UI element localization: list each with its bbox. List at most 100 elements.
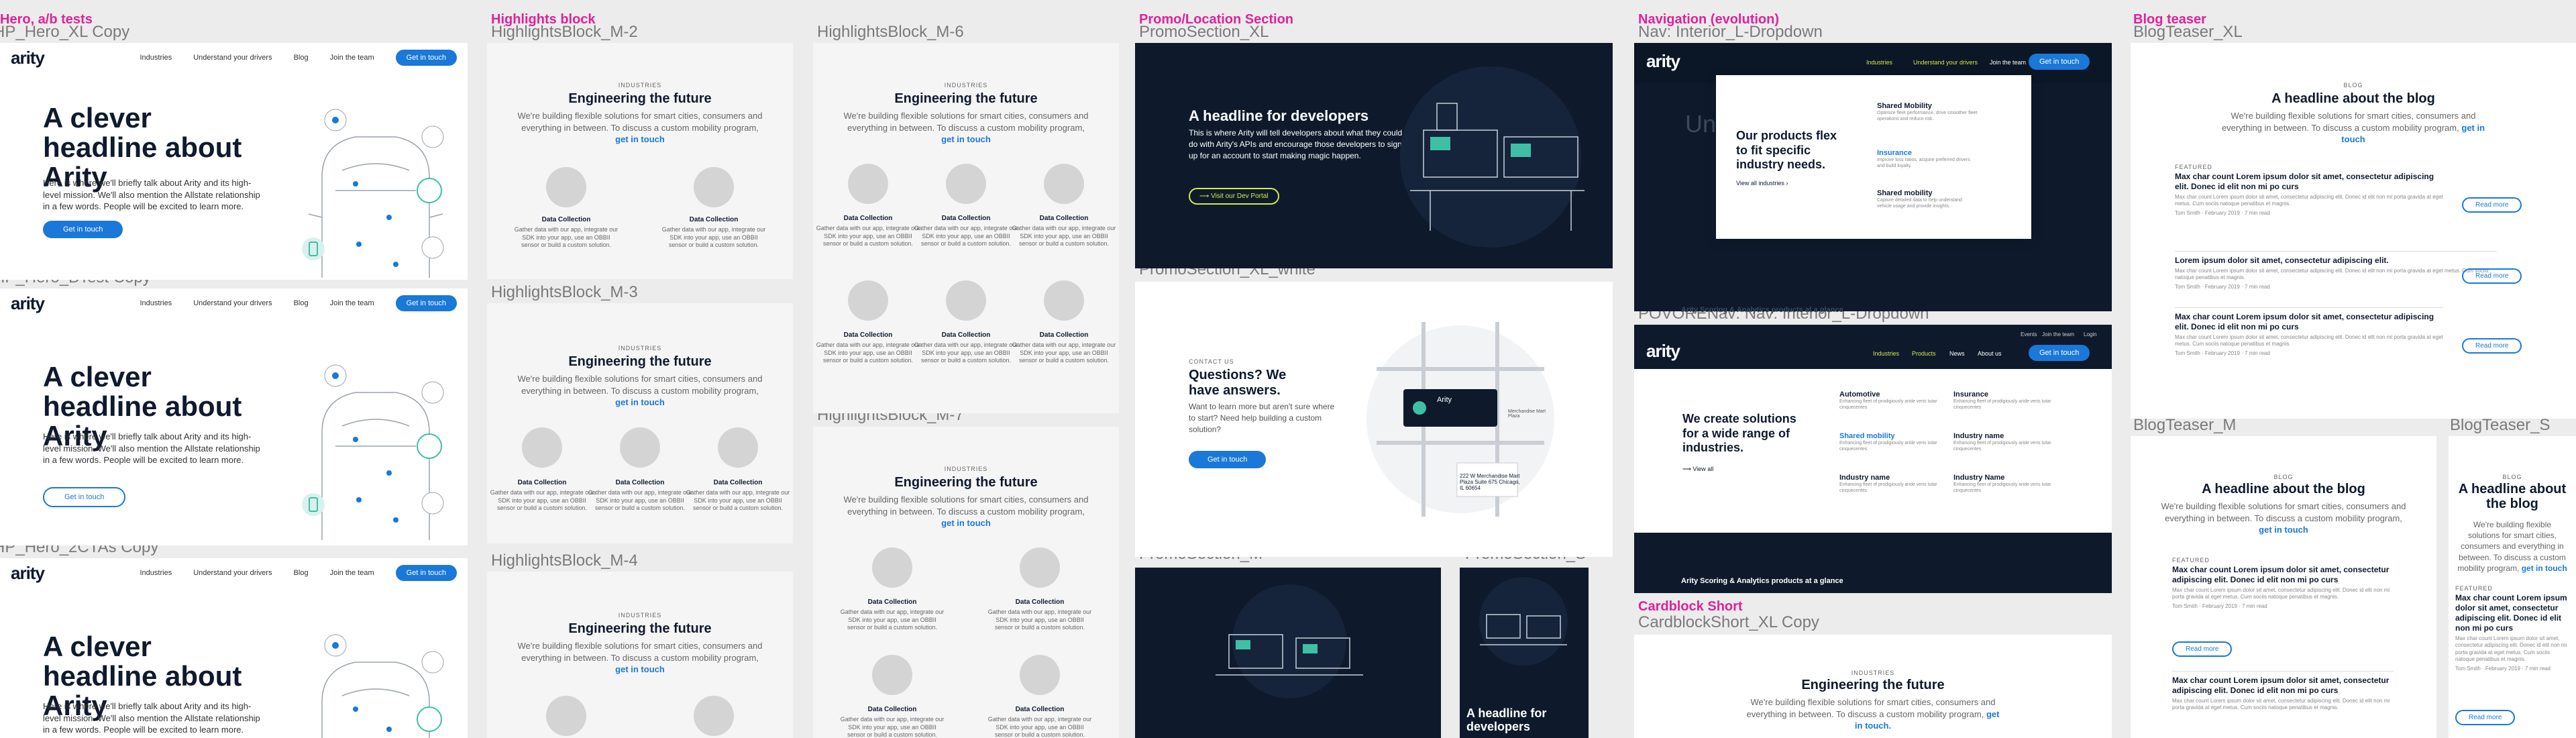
nav-join-team[interactable]: Join the team — [1990, 59, 2026, 66]
item-title: Shared mobility — [1839, 432, 1895, 440]
get-in-touch-link[interactable]: get in touch — [615, 134, 665, 144]
item-desc: Enhancing fleet of prodigiously aride ve… — [1839, 441, 1937, 452]
arity-logo[interactable]: arity — [11, 563, 45, 584]
nav-blog[interactable]: Blog — [294, 54, 309, 62]
nav-blog[interactable]: Blog — [294, 569, 309, 577]
nav-understand-drivers[interactable]: Understand your drivers — [1913, 59, 1978, 66]
nav-industries[interactable]: Industries — [1866, 59, 1892, 66]
card-text: Gather data with our app, integrate our … — [588, 489, 692, 512]
frame-label-cardblock: CardblockShort_XL Copy — [1638, 613, 1819, 631]
nav-get-in-touch-button[interactable]: Get in touch — [395, 565, 457, 581]
dropdown-item-shared-mobility[interactable]: Shared Mobility Optimize fleet performanc… — [1877, 102, 1978, 122]
nav-understand-drivers[interactable]: Understand your drivers — [193, 54, 272, 62]
blog-post-2[interactable]: Max char count Lorem ipsum dolor sit ame… — [2172, 671, 2394, 712]
arity-logo[interactable]: arity — [1646, 341, 1680, 362]
nav-about[interactable]: About us — [1978, 350, 2002, 357]
read-more-button[interactable]: Read more — [2462, 338, 2522, 354]
arity-logo[interactable]: arity — [1646, 51, 1680, 72]
blog-teaser-xl: BLOG A headline about the blog We're bui… — [2131, 43, 2576, 419]
get-in-touch-link[interactable]: get in touch — [615, 397, 665, 407]
eyebrow: BLOG — [2273, 474, 2294, 480]
nav-products[interactable]: Products — [1912, 350, 1936, 357]
read-more-button[interactable]: Read more — [2172, 641, 2233, 657]
card-data-collection: Data Collection Gather data with our app,… — [513, 216, 620, 250]
dropdown-item-industry-name-3[interactable]: Industry Name Enhancing fleet of prodigio… — [1953, 474, 2054, 494]
get-in-touch-link[interactable]: get in touch — [941, 518, 991, 528]
post-meta: Tom Smith · February 2019 · 7 min read — [2455, 665, 2551, 672]
nav-events[interactable]: Events — [2021, 331, 2037, 337]
nav-understand-drivers[interactable]: Understand your drivers — [193, 299, 272, 307]
dropdown-item-insurance[interactable]: Insurance Improve loss ratios, acquire pr… — [1877, 149, 1978, 169]
blog-post-1[interactable]: Max char count Lorem ipsum dolor sit ame… — [2175, 172, 2443, 217]
nav-get-in-touch-button[interactable]: Get in touch — [2029, 54, 2090, 70]
image-placeholder — [620, 427, 660, 468]
dev-portal-label: Visit our Dev Portal — [1211, 193, 1269, 200]
blog-post-3[interactable]: Max char count Lorem ipsum dolor sit ame… — [2175, 307, 2443, 357]
card-title: Data Collection — [1015, 598, 1065, 606]
featured-label: FEATURED — [2175, 164, 2212, 170]
dev-portal-button[interactable]: ⟶ Visit our Dev Portal — [1189, 188, 1279, 205]
contact-eyebrow: CONTACT US — [1189, 358, 1234, 365]
highlights-block-m4: INDUSTRIES Engineering the future We're … — [487, 572, 793, 738]
section-subtitle: We're building flexible solutions for sm… — [487, 110, 793, 146]
post-meta: Tom Smith · February 2019 · 7 min read — [2172, 602, 2267, 609]
nav-news[interactable]: News — [1949, 350, 1965, 357]
view-all-link[interactable]: ⟶ View all — [1682, 466, 1713, 473]
read-more-button[interactable]: Read more — [2462, 197, 2522, 213]
nav-get-in-touch-button[interactable]: Get in touch — [2029, 345, 2090, 361]
nav-industries[interactable]: Industries — [140, 299, 172, 307]
nav-understand-drivers[interactable]: Understand your drivers — [193, 569, 272, 577]
blog-post-2[interactable]: Lorem ipsum dolor sit amet, consectetur … — [2175, 251, 2497, 291]
read-more-button[interactable]: Read more — [2455, 710, 2516, 725]
dropdown-item-shared-mobility[interactable]: Shared mobility Enhancing fleet of prodig… — [1839, 432, 1940, 452]
blog-post-1[interactable]: Max char count Lorem ipsum dolor sit ame… — [2455, 593, 2569, 672]
map-address: 222 W Merchandise Mart Plaza Suite 675 C… — [1460, 473, 1520, 491]
subtitle-text: We're building flexible solutions for sm… — [1746, 697, 1996, 719]
nav-join-team[interactable]: Join the team — [330, 54, 374, 62]
read-more-button[interactable]: Read more — [2462, 268, 2522, 284]
eyebrow: INDUSTRIES — [1851, 670, 1895, 676]
dropdown-item-industry-name[interactable]: Industry name Enhancing fleet of prodigio… — [1953, 432, 2054, 452]
nav-get-in-touch-button[interactable]: Get in touch — [395, 50, 457, 66]
nav-login[interactable]: Login — [2084, 331, 2097, 337]
hero-body: Here is where we'll briefly talk about A… — [43, 178, 260, 212]
nav-blog[interactable]: Blog — [294, 299, 309, 307]
card-data-collection: Data Collection Gather data with our app,… — [488, 479, 596, 513]
arity-logo[interactable]: arity — [11, 48, 45, 68]
post-title: Max char count Lorem ipsum dolor sit ame… — [2175, 312, 2434, 331]
dropdown-item-insurance[interactable]: Insurance Enhancing fleet of prodigiously… — [1953, 390, 2054, 411]
highlights-block-m2: INDUSTRIES Engineering the future We're … — [487, 43, 793, 279]
image-placeholder — [694, 167, 734, 207]
nav-join-team[interactable]: Join the team — [330, 299, 374, 307]
card-title: Data Collection — [867, 706, 917, 713]
get-in-touch-link[interactable]: get in touch — [2522, 564, 2567, 573]
get-in-touch-link[interactable]: get in touch — [615, 664, 665, 674]
nav-get-in-touch-button[interactable]: Get in touch — [395, 295, 457, 311]
card-data-collection: Data Collection Gather data with our app,… — [1010, 331, 1118, 365]
contact-get-in-touch-button[interactable]: Get in touch — [1189, 451, 1267, 468]
nav-industries[interactable]: Industries — [140, 569, 172, 577]
eyebrow: INDUSTRIES — [618, 612, 662, 619]
blog-post-1[interactable]: Max char count Lorem ipsum dolor sit ame… — [2172, 565, 2394, 610]
hero-get-in-touch-button[interactable]: Get in touch — [43, 487, 126, 507]
map-pin-label: Arity — [1437, 396, 1452, 404]
dropdown-item-industry-name-2[interactable]: Industry name Enhancing fleet of prodigio… — [1839, 474, 1940, 494]
nav-industries[interactable]: Industries — [1873, 350, 1899, 357]
dropdown-item-automotive[interactable]: Automotive Enhancing fleet of prodigiousl… — [1839, 390, 1940, 411]
view-all-label: View all — [1693, 466, 1714, 472]
dropdown-item-shared-mobility-2[interactable]: Shared mobility Capture detailed data to … — [1877, 189, 1978, 209]
get-in-touch-link[interactable]: get in touch — [2259, 525, 2308, 535]
nav-join-team[interactable]: Join the team — [2042, 331, 2074, 337]
blog-teaser-m: BLOG A headline about the blog We're bui… — [2131, 436, 2436, 738]
arity-logo[interactable]: arity — [11, 293, 45, 314]
highlights-block-m3: INDUSTRIES Engineering the future We're … — [487, 303, 793, 543]
card-text: Gather data with our app, integrate our … — [816, 225, 920, 248]
nav-industries[interactable]: Industries — [140, 54, 172, 62]
blog-title: A headline about the blog — [2271, 91, 2435, 106]
nav-join-team[interactable]: Join the team — [330, 569, 374, 577]
card-data-collection: Data Collection Gather data with our app,… — [839, 706, 946, 738]
hero-get-in-touch-button[interactable]: Get in touch — [43, 221, 123, 238]
eyebrow: BLOG — [2502, 474, 2522, 480]
view-all-industries-link[interactable]: View all industries › — [1736, 180, 1788, 187]
get-in-touch-link[interactable]: get in touch — [941, 134, 991, 144]
